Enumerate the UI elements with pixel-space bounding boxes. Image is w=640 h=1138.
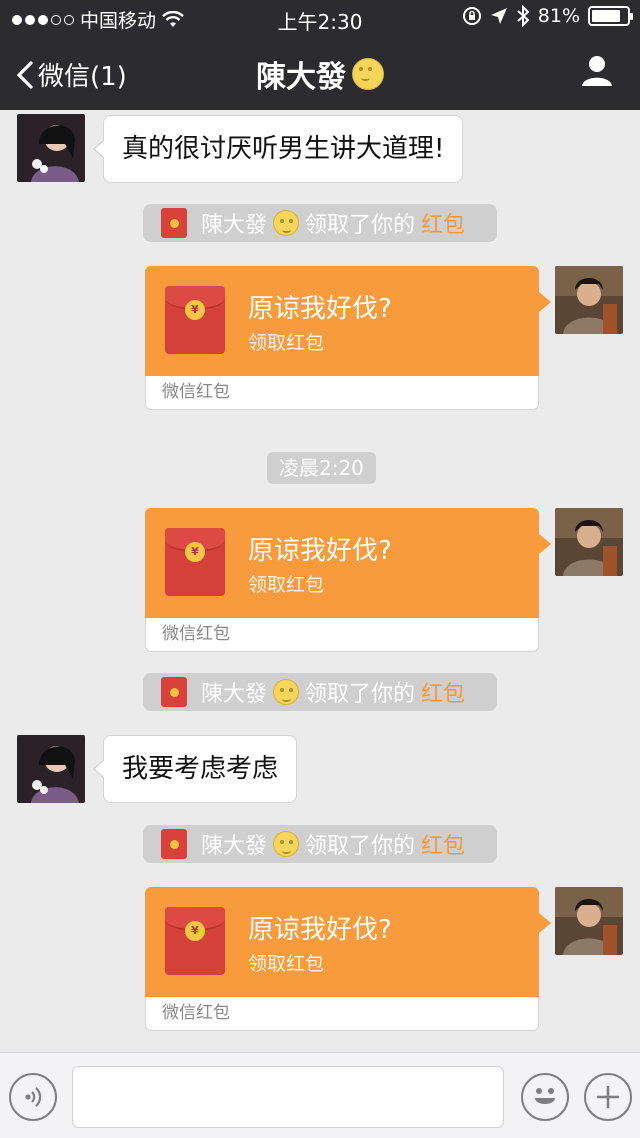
red-packet-footer: 微信红包 [145, 997, 539, 1031]
contact-info-button[interactable] [580, 54, 614, 92]
notice-name: 陳大發 [201, 213, 268, 238]
message-input[interactable] [72, 1066, 504, 1128]
red-envelope-icon: ¥ [165, 907, 225, 975]
moon-emoji-icon [273, 831, 300, 857]
system-notice: 陳大發 领取了你的 红包 [143, 673, 497, 711]
emoji-icon [535, 1088, 555, 1104]
notice-highlight-link[interactable]: 红包 [421, 828, 465, 860]
red-packet-message[interactable]: ¥ 原谅我好伐? 领取红包 微信红包 [145, 508, 551, 652]
moon-emoji-icon [273, 210, 300, 236]
location-arrow-icon [490, 8, 507, 24]
voice-button[interactable] [9, 1073, 57, 1121]
message-bubble-received[interactable]: 我要考虑考虑 [92, 735, 298, 803]
more-button[interactable] [584, 1073, 632, 1121]
red-packet-footer: 微信红包 [145, 618, 539, 652]
notice-highlight-link[interactable]: 红包 [421, 207, 465, 239]
timestamp-label: 凌晨2:20 [267, 452, 376, 484]
red-packet-message[interactable]: ¥ 原谅我好伐? 领取红包 微信红包 [145, 887, 551, 1031]
avatar[interactable] [17, 114, 85, 182]
system-notice: 陳大發 领取了你的 红包 [143, 204, 497, 242]
red-packet-mini-icon [161, 829, 187, 859]
emoji-button[interactable] [521, 1073, 569, 1121]
message-text: 真的很讨厌听男生讲大道理! [122, 134, 445, 164]
red-packet-footer: 微信红包 [145, 376, 539, 410]
red-packet-title: 原谅我好伐? [248, 536, 392, 566]
message-bubble-received[interactable]: 真的很讨厌听男生讲大道理! [92, 115, 464, 183]
red-packet-subtitle: 领取红包 [248, 574, 325, 596]
voice-icon [25, 1087, 42, 1107]
chat-title-text: 陳大發 [256, 60, 346, 95]
battery-fill [592, 10, 620, 22]
input-bar [0, 1052, 640, 1138]
status-right: 81% [462, 5, 633, 27]
person-icon [582, 56, 612, 86]
red-packet-body: ¥ 原谅我好伐? 领取红包 [145, 887, 551, 997]
chat-title: 陳大發 [0, 52, 640, 96]
avatar[interactable] [17, 735, 85, 803]
notice-action: 领取了你的 [305, 213, 416, 238]
message-text: 我要考虑考虑 [122, 754, 279, 784]
notice-action: 领取了你的 [305, 682, 416, 707]
red-packet-title: 原谅我好伐? [248, 915, 392, 945]
red-envelope-icon: ¥ [165, 528, 225, 596]
status-bar: 中国移动 上午2:30 81% [0, 0, 640, 36]
notice-name: 陳大發 [201, 682, 268, 707]
notice-action: 领取了你的 [305, 834, 416, 859]
red-packet-body: ¥ 原谅我好伐? 领取红包 [145, 508, 551, 618]
chat-area[interactable]: 真的很讨厌听男生讲大道理! 陳大發 领取了你的 红包 ¥ 原谅我好伐? 领取红包 … [0, 110, 640, 1052]
battery-icon [588, 6, 633, 26]
red-packet-mini-icon [161, 677, 187, 707]
red-packet-message[interactable]: ¥ 原谅我好伐? 领取红包 微信红包 [145, 266, 551, 410]
avatar[interactable] [555, 887, 623, 955]
red-packet-mini-icon [161, 208, 187, 238]
nav-bar: 微信(1) 陳大發 [0, 36, 640, 110]
red-packet-subtitle: 领取红包 [248, 332, 325, 354]
moon-emoji-icon [273, 679, 300, 705]
lock-rotation-icon [462, 7, 481, 25]
plus-icon [597, 1086, 619, 1108]
battery-percent: 81% [537, 5, 580, 27]
notice-name: 陳大發 [201, 834, 268, 859]
moon-emoji-icon [352, 58, 384, 90]
red-packet-title: 原谅我好伐? [248, 294, 392, 324]
red-packet-subtitle: 领取红包 [248, 953, 325, 975]
bluetooth-icon [517, 5, 530, 27]
avatar[interactable] [555, 266, 623, 334]
red-envelope-icon: ¥ [165, 286, 225, 354]
system-notice: 陳大發 领取了你的 红包 [143, 825, 497, 863]
red-packet-body: ¥ 原谅我好伐? 领取红包 [145, 266, 551, 376]
avatar[interactable] [555, 508, 623, 576]
notice-highlight-link[interactable]: 红包 [421, 676, 465, 708]
top-bar: 中国移动 上午2:30 81% 微信(1) 陳大發 [0, 0, 640, 110]
